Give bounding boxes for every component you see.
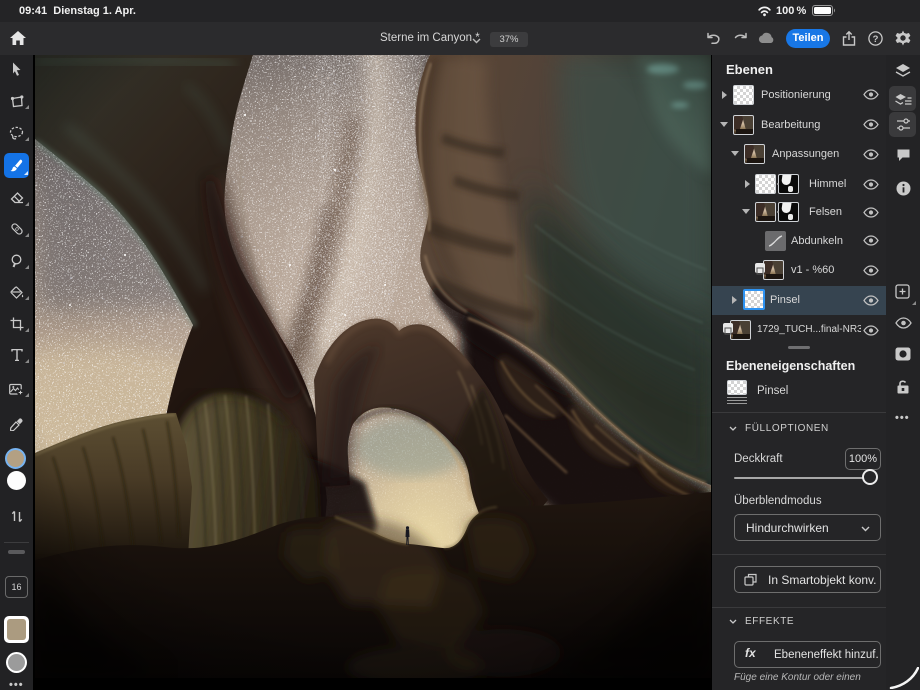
svg-text:?: ?: [873, 34, 879, 45]
